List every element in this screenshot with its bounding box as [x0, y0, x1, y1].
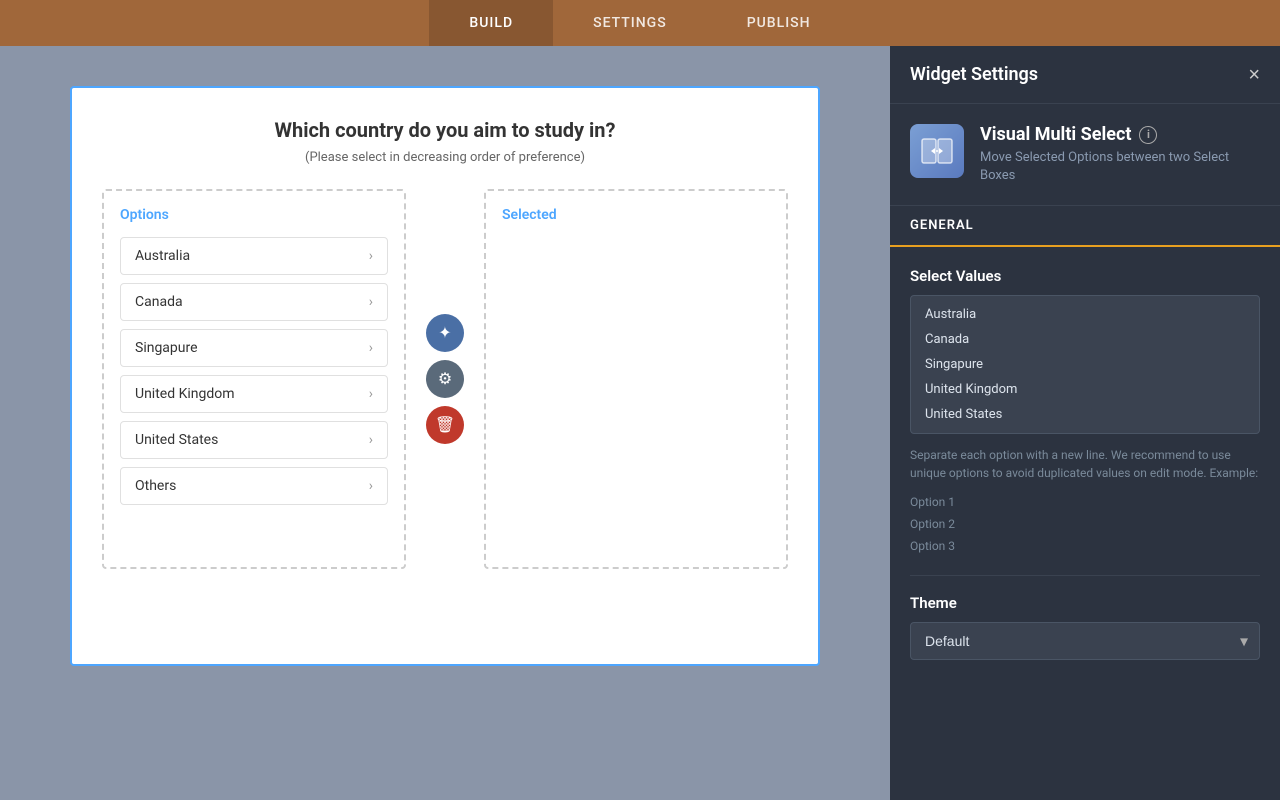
hint-text: Separate each option with a new line. We… — [910, 446, 1260, 482]
list-item[interactable]: United States › — [120, 421, 388, 459]
chevron-right-icon: › — [369, 294, 373, 310]
list-item[interactable]: Canada › — [120, 283, 388, 321]
widget-meta: Visual Multi Select i Move Selected Opti… — [980, 124, 1260, 185]
widget-svg-icon — [919, 133, 955, 169]
nav-tab-publish[interactable]: PUBLISH — [707, 0, 851, 46]
right-panel: Widget Settings × Visual Multi Select i — [890, 46, 1280, 800]
example-option-1: Option 1 — [910, 492, 1260, 514]
side-actions: ✦ ⚙ 🗑 — [422, 189, 468, 569]
chevron-right-icon: › — [369, 340, 373, 356]
tab-general[interactable]: GENERAL — [890, 206, 994, 247]
list-item-label: United Kingdom — [135, 386, 235, 402]
chevron-right-icon: › — [369, 386, 373, 402]
widget-description: Move Selected Options between two Select… — [980, 149, 1260, 185]
select-values-box[interactable]: Australia Canada Singapure United Kingdo… — [910, 295, 1260, 434]
widget-name-label: Visual Multi Select — [980, 124, 1131, 145]
select-option-canada[interactable]: Canada — [915, 327, 1255, 352]
canvas-area: Which country do you aim to study in? (P… — [0, 46, 890, 800]
info-icon[interactable]: i — [1139, 126, 1157, 144]
section-divider — [910, 575, 1260, 576]
list-item-label: Australia — [135, 248, 190, 264]
list-item-label: Singapure — [135, 340, 198, 356]
select-values-label: Select Values — [910, 267, 1260, 285]
panel-header: Widget Settings × — [890, 46, 1280, 104]
chevron-right-icon: › — [369, 248, 373, 264]
delete-action-button[interactable]: 🗑 — [426, 406, 464, 444]
list-item[interactable]: United Kingdom › — [120, 375, 388, 413]
widget-meta-title-row: Visual Multi Select i — [980, 124, 1260, 145]
nav-tab-settings[interactable]: SETTINGS — [553, 0, 707, 46]
list-item-label: Canada — [135, 294, 183, 310]
gear-icon: ⚙ — [438, 369, 452, 389]
list-item-label: Others — [135, 478, 176, 494]
options-box-label: Options — [120, 207, 388, 223]
list-item[interactable]: Singapure › — [120, 329, 388, 367]
list-item-label: United States — [135, 432, 218, 448]
top-navigation: BUILD SETTINGS PUBLISH — [0, 0, 1280, 46]
selected-box: Selected — [484, 189, 788, 569]
widget-question-title: Which country do you aim to study in? — [102, 118, 788, 142]
widget-card: Which country do you aim to study in? (P… — [70, 86, 820, 666]
main-area: Which country do you aim to study in? (P… — [0, 46, 1280, 800]
options-box: Options Australia › Canada › Singapure › — [102, 189, 406, 569]
magic-action-button[interactable]: ✦ — [426, 314, 464, 352]
widget-icon — [910, 124, 964, 178]
select-option-united-kingdom[interactable]: United Kingdom — [915, 377, 1255, 402]
list-item[interactable]: Australia › — [120, 237, 388, 275]
settings-action-button[interactable]: ⚙ — [426, 360, 464, 398]
hint-examples: Option 1 Option 2 Option 3 — [910, 492, 1260, 557]
select-option-united-states[interactable]: United States — [915, 402, 1255, 427]
close-panel-button[interactable]: × — [1248, 65, 1260, 85]
example-option-2: Option 2 — [910, 514, 1260, 536]
trash-icon: 🗑 — [435, 415, 455, 435]
list-item[interactable]: Others › — [120, 467, 388, 505]
select-option-singapure[interactable]: Singapure — [915, 352, 1255, 377]
panel-tab-bar: GENERAL — [890, 206, 1280, 247]
theme-select[interactable]: Default — [910, 622, 1260, 660]
selected-box-label: Selected — [502, 207, 770, 223]
panel-title: Widget Settings — [910, 64, 1038, 85]
select-option-australia[interactable]: Australia — [915, 302, 1255, 327]
nav-tab-build[interactable]: BUILD — [429, 0, 553, 46]
chevron-right-icon: › — [369, 432, 373, 448]
panel-content: Select Values Australia Canada Singapure… — [890, 247, 1280, 800]
chevron-right-icon: › — [369, 478, 373, 494]
widget-info-row: Visual Multi Select i Move Selected Opti… — [890, 104, 1280, 206]
theme-section-label: Theme — [910, 594, 1260, 612]
magic-icon: ✦ — [438, 323, 451, 343]
theme-select-wrapper: Default — [910, 622, 1260, 660]
dual-list-container: Options Australia › Canada › Singapure › — [102, 189, 788, 569]
widget-question-subtitle: (Please select in decreasing order of pr… — [102, 150, 788, 165]
example-option-3: Option 3 — [910, 536, 1260, 558]
